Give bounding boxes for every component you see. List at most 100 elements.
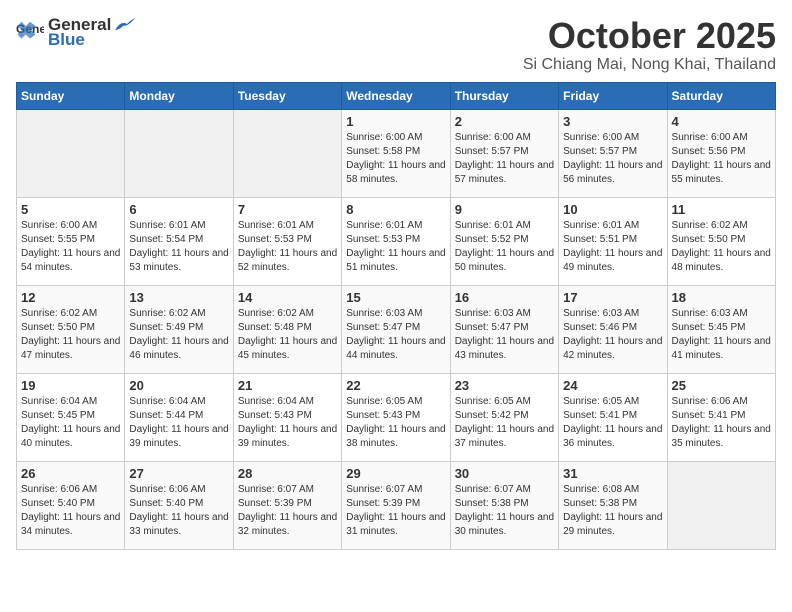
calendar-week-row: 12 Sunrise: 6:02 AMSunset: 5:50 PMDayligh… — [17, 285, 776, 373]
day-info: Sunrise: 6:01 AMSunset: 5:53 PMDaylight:… — [238, 219, 337, 275]
calendar-cell: 10Sunrise: 6:01 AMSunset: 5:51 PMDayligh… — [559, 197, 667, 285]
calendar-cell: 5 Sunrise: 6:00 AMSunset: 5:55 PMDaylight… — [17, 197, 125, 285]
day-info: Sunrise: 6:07 AMSunset: 5:39 PMDaylight:… — [346, 483, 445, 539]
day-number: 16 — [455, 290, 554, 305]
day-info: Sunrise: 6:01 AMSunset: 5:54 PMDaylight:… — [129, 219, 228, 275]
calendar-cell: 9 Sunrise: 6:01 AMSunset: 5:52 PMDaylight… — [450, 197, 558, 285]
calendar-cell: 8Sunrise: 6:01 AMSunset: 5:53 PMDaylight… — [342, 197, 450, 285]
day-number: 28 — [238, 466, 337, 481]
day-info: Sunrise: 6:04 AMSunset: 5:43 PMDaylight:… — [238, 395, 337, 451]
calendar-week-row: 5 Sunrise: 6:00 AMSunset: 5:55 PMDaylight… — [17, 197, 776, 285]
day-number: 29 — [346, 466, 445, 481]
day-info: Sunrise: 6:03 AMSunset: 5:47 PMDaylight:… — [346, 307, 445, 363]
location-title: Si Chiang Mai, Nong Khai, Thailand — [523, 56, 776, 74]
day-info: Sunrise: 6:05 AMSunset: 5:42 PMDaylight:… — [455, 395, 554, 451]
day-info: Sunrise: 6:02 AMSunset: 5:50 PMDaylight:… — [21, 307, 120, 363]
weekday-header-wednesday: Wednesday — [342, 82, 450, 109]
day-number: 9 — [455, 202, 554, 217]
day-info: Sunrise: 6:03 AMSunset: 5:47 PMDaylight:… — [455, 307, 554, 363]
calendar-cell: 4 Sunrise: 6:00 AMSunset: 5:56 PMDaylight… — [667, 109, 775, 197]
title-section: October 2025 Si Chiang Mai, Nong Khai, T… — [523, 16, 776, 74]
day-number: 21 — [238, 378, 337, 393]
day-info: Sunrise: 6:07 AMSunset: 5:38 PMDaylight:… — [455, 483, 554, 539]
calendar-cell: 20 Sunrise: 6:04 AMSunset: 5:44 PMDayligh… — [125, 373, 233, 461]
day-info: Sunrise: 6:06 AMSunset: 5:41 PMDaylight:… — [672, 395, 771, 451]
day-number: 25 — [672, 378, 771, 393]
day-number: 8 — [346, 202, 445, 217]
day-number: 24 — [563, 378, 662, 393]
logo: General General Blue — [16, 16, 135, 49]
day-info: Sunrise: 6:05 AMSunset: 5:43 PMDaylight:… — [346, 395, 445, 451]
day-number: 30 — [455, 466, 554, 481]
calendar-cell: 30 Sunrise: 6:07 AMSunset: 5:38 PMDayligh… — [450, 461, 558, 549]
calendar-cell: 27Sunrise: 6:06 AMSunset: 5:40 PMDayligh… — [125, 461, 233, 549]
day-number: 22 — [346, 378, 445, 393]
day-info: Sunrise: 6:02 AMSunset: 5:48 PMDaylight:… — [238, 307, 337, 363]
calendar-week-row: 26Sunrise: 6:06 AMSunset: 5:40 PMDayligh… — [17, 461, 776, 549]
day-number: 18 — [672, 290, 771, 305]
day-number: 27 — [129, 466, 228, 481]
logo-icon: General — [16, 19, 44, 47]
day-info: Sunrise: 6:00 AMSunset: 5:55 PMDaylight:… — [21, 219, 120, 275]
day-info: Sunrise: 6:01 AMSunset: 5:52 PMDaylight:… — [455, 219, 554, 275]
day-info: Sunrise: 6:00 AMSunset: 5:57 PMDaylight:… — [455, 131, 554, 187]
day-info: Sunrise: 6:00 AMSunset: 5:58 PMDaylight:… — [346, 131, 445, 187]
month-title: October 2025 — [523, 16, 776, 56]
day-info: Sunrise: 6:07 AMSunset: 5:39 PMDaylight:… — [238, 483, 337, 539]
calendar-cell: 29 Sunrise: 6:07 AMSunset: 5:39 PMDayligh… — [342, 461, 450, 549]
calendar-table: SundayMondayTuesdayWednesdayThursdayFrid… — [16, 82, 776, 550]
day-info: Sunrise: 6:04 AMSunset: 5:44 PMDaylight:… — [129, 395, 228, 451]
calendar-cell: 2 Sunrise: 6:00 AMSunset: 5:57 PMDaylight… — [450, 109, 558, 197]
calendar-cell: 21 Sunrise: 6:04 AMSunset: 5:43 PMDayligh… — [233, 373, 341, 461]
calendar-cell: 14 Sunrise: 6:02 AMSunset: 5:48 PMDayligh… — [233, 285, 341, 373]
day-info: Sunrise: 6:08 AMSunset: 5:38 PMDaylight:… — [563, 483, 662, 539]
calendar-cell: 19Sunrise: 6:04 AMSunset: 5:45 PMDayligh… — [17, 373, 125, 461]
day-number: 23 — [455, 378, 554, 393]
weekday-header-sunday: Sunday — [17, 82, 125, 109]
day-number: 7 — [238, 202, 337, 217]
calendar-cell: 22 Sunrise: 6:05 AMSunset: 5:43 PMDayligh… — [342, 373, 450, 461]
calendar-cell: 13 Sunrise: 6:02 AMSunset: 5:49 PMDayligh… — [125, 285, 233, 373]
day-number: 17 — [563, 290, 662, 305]
calendar-cell: 25 Sunrise: 6:06 AMSunset: 5:41 PMDayligh… — [667, 373, 775, 461]
day-number: 6 — [129, 202, 228, 217]
calendar-cell: 16 Sunrise: 6:03 AMSunset: 5:47 PMDayligh… — [450, 285, 558, 373]
day-info: Sunrise: 6:05 AMSunset: 5:41 PMDaylight:… — [563, 395, 662, 451]
day-number: 4 — [672, 114, 771, 129]
calendar-cell: 1 Sunrise: 6:00 AMSunset: 5:58 PMDaylight… — [342, 109, 450, 197]
calendar-cell: 18 Sunrise: 6:03 AMSunset: 5:45 PMDayligh… — [667, 285, 775, 373]
day-number: 2 — [455, 114, 554, 129]
calendar-cell: 7 Sunrise: 6:01 AMSunset: 5:53 PMDaylight… — [233, 197, 341, 285]
day-number: 26 — [21, 466, 120, 481]
day-info: Sunrise: 6:00 AMSunset: 5:56 PMDaylight:… — [672, 131, 771, 187]
day-number: 15 — [346, 290, 445, 305]
calendar-cell: 28 Sunrise: 6:07 AMSunset: 5:39 PMDayligh… — [233, 461, 341, 549]
calendar-cell: 11Sunrise: 6:02 AMSunset: 5:50 PMDayligh… — [667, 197, 775, 285]
day-number: 31 — [563, 466, 662, 481]
day-info: Sunrise: 6:01 AMSunset: 5:51 PMDaylight:… — [563, 219, 662, 275]
calendar-cell: 24 Sunrise: 6:05 AMSunset: 5:41 PMDayligh… — [559, 373, 667, 461]
calendar-cell: 31 Sunrise: 6:08 AMSunset: 5:38 PMDayligh… — [559, 461, 667, 549]
calendar-cell — [667, 461, 775, 549]
day-number: 13 — [129, 290, 228, 305]
day-number: 5 — [21, 202, 120, 217]
day-number: 3 — [563, 114, 662, 129]
weekday-header-monday: Monday — [125, 82, 233, 109]
calendar-cell: 3Sunrise: 6:00 AMSunset: 5:57 PMDaylight… — [559, 109, 667, 197]
day-number: 12 — [21, 290, 120, 305]
calendar-week-row: 1 Sunrise: 6:00 AMSunset: 5:58 PMDaylight… — [17, 109, 776, 197]
calendar-cell — [17, 109, 125, 197]
day-number: 1 — [346, 114, 445, 129]
weekday-header-thursday: Thursday — [450, 82, 558, 109]
day-info: Sunrise: 6:03 AMSunset: 5:45 PMDaylight:… — [672, 307, 771, 363]
calendar-cell: 6 Sunrise: 6:01 AMSunset: 5:54 PMDaylight… — [125, 197, 233, 285]
day-number: 14 — [238, 290, 337, 305]
calendar-cell — [233, 109, 341, 197]
day-number: 11 — [672, 202, 771, 217]
day-number: 20 — [129, 378, 228, 393]
header: General General Blue October 2025 Si Chi… — [16, 16, 776, 74]
day-info: Sunrise: 6:02 AMSunset: 5:49 PMDaylight:… — [129, 307, 228, 363]
weekday-header-tuesday: Tuesday — [233, 82, 341, 109]
weekday-header-friday: Friday — [559, 82, 667, 109]
calendar-week-row: 19Sunrise: 6:04 AMSunset: 5:45 PMDayligh… — [17, 373, 776, 461]
